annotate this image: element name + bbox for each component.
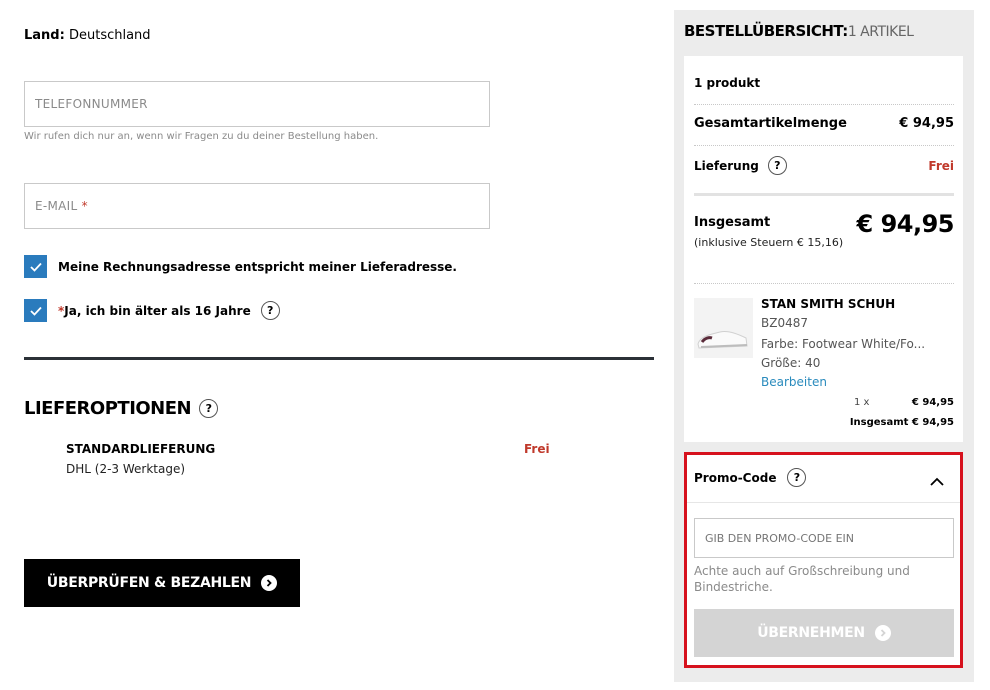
country-value: Deutschland bbox=[68, 28, 151, 43]
help-icon[interactable]: ? bbox=[767, 156, 787, 175]
apply-promo-button[interactable]: ÜBERNEHMEN bbox=[694, 609, 954, 657]
help-icon[interactable]: ? bbox=[260, 301, 280, 320]
age-confirm-checkbox[interactable] bbox=[24, 299, 47, 322]
email-placeholder: E-MAIL * bbox=[35, 199, 88, 213]
product-line-total: Insgesamt € 94,95 bbox=[849, 417, 954, 428]
help-icon[interactable]: ? bbox=[787, 468, 807, 487]
arrow-right-icon bbox=[261, 575, 278, 591]
product-image bbox=[694, 298, 753, 358]
promo-hint: Achte auch auf Großschreibung und Bindes… bbox=[694, 564, 910, 594]
review-and-pay-button[interactable]: ÜBERPRÜFEN & BEZAHLEN bbox=[24, 559, 300, 607]
product-unit-price: € 94,95 bbox=[911, 397, 954, 408]
chevron-up-icon[interactable] bbox=[929, 472, 945, 491]
product-qty: 1 x bbox=[854, 397, 870, 408]
arrow-right-icon bbox=[874, 625, 891, 641]
promo-code-input[interactable] bbox=[695, 519, 953, 557]
billing-same-row[interactable]: Meine Rechnungsadresse entspricht meiner… bbox=[24, 255, 457, 278]
age-confirm-label: Ja, ich bin älter als 16 Jahre bbox=[64, 303, 251, 318]
divider bbox=[694, 283, 954, 284]
phone-input[interactable] bbox=[25, 82, 489, 126]
divider bbox=[687, 502, 960, 503]
delivery-option-name: STANDARDLIEFERUNG bbox=[66, 442, 216, 456]
delivery-section-title: LIEFEROPTIONEN ? bbox=[24, 398, 219, 419]
promo-code-header[interactable]: Promo-Code ? bbox=[694, 468, 807, 487]
product-size: Größe: 40 bbox=[761, 356, 821, 370]
divider bbox=[694, 193, 954, 196]
country-row: Land: Deutschland bbox=[24, 28, 151, 43]
help-icon[interactable]: ? bbox=[199, 399, 219, 418]
subtotal-label: Gesamtartikelmenge bbox=[694, 116, 847, 131]
billing-same-label: Meine Rechnungsadresse entspricht meiner… bbox=[58, 259, 457, 274]
country-label: Land: bbox=[24, 28, 65, 43]
phone-hint: Wir rufen dich nur an, wenn wir Fragen z… bbox=[24, 131, 379, 142]
shipping-label: Lieferung bbox=[694, 158, 759, 173]
delivery-option-detail: DHL (2-3 Werktage) bbox=[66, 462, 186, 476]
section-divider bbox=[24, 357, 654, 360]
divider bbox=[694, 145, 954, 146]
age-confirm-row[interactable]: * Ja, ich bin älter als 16 Jahre ? bbox=[24, 299, 280, 322]
products-count: 1 produkt bbox=[694, 76, 761, 90]
edit-product-link[interactable]: Bearbeiten bbox=[761, 375, 827, 389]
subtotal-value: € 94,95 bbox=[899, 116, 954, 131]
promo-code-title: Promo-Code bbox=[694, 470, 777, 485]
subtotal-row: Gesamtartikelmenge € 94,95 bbox=[694, 116, 954, 131]
product-name: STAN SMITH SCHUH bbox=[761, 297, 896, 311]
check-icon bbox=[29, 262, 42, 272]
delivery-option-price: Frei bbox=[524, 442, 550, 456]
shipping-value: Frei bbox=[928, 158, 954, 173]
shipping-row: Lieferung ? Frei bbox=[694, 156, 954, 175]
total-value: € 94,95 bbox=[856, 210, 955, 238]
product-sku: BZ0487 bbox=[761, 316, 808, 330]
product-color: Farbe: Footwear White/Fo... bbox=[761, 337, 926, 351]
promo-code-field[interactable] bbox=[694, 518, 954, 558]
order-summary-title: BESTELLÜBERSICHT:1 ARTIKEL bbox=[684, 22, 914, 40]
divider bbox=[694, 104, 954, 105]
billing-same-checkbox[interactable] bbox=[24, 255, 47, 278]
phone-field[interactable] bbox=[24, 81, 490, 127]
email-field[interactable]: E-MAIL * bbox=[24, 183, 490, 229]
check-icon bbox=[29, 306, 42, 316]
